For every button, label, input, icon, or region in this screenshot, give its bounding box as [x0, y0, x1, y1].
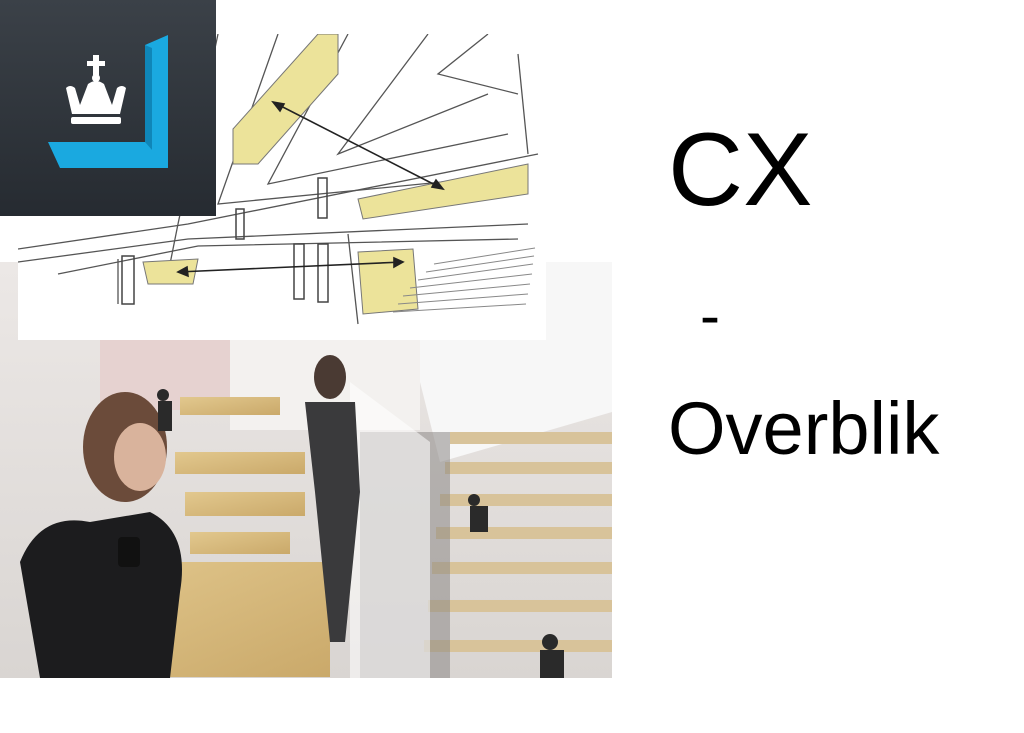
crown-icon — [66, 55, 126, 124]
logo-bracket-shade — [145, 45, 152, 158]
slide-subtitle: Overblik — [668, 387, 940, 470]
logo — [48, 35, 168, 168]
slide-title: CX — [668, 112, 813, 228]
logo-tile — [0, 0, 216, 216]
slide: CX - Overblik — [0, 0, 1024, 733]
title-separator: - — [700, 282, 720, 349]
